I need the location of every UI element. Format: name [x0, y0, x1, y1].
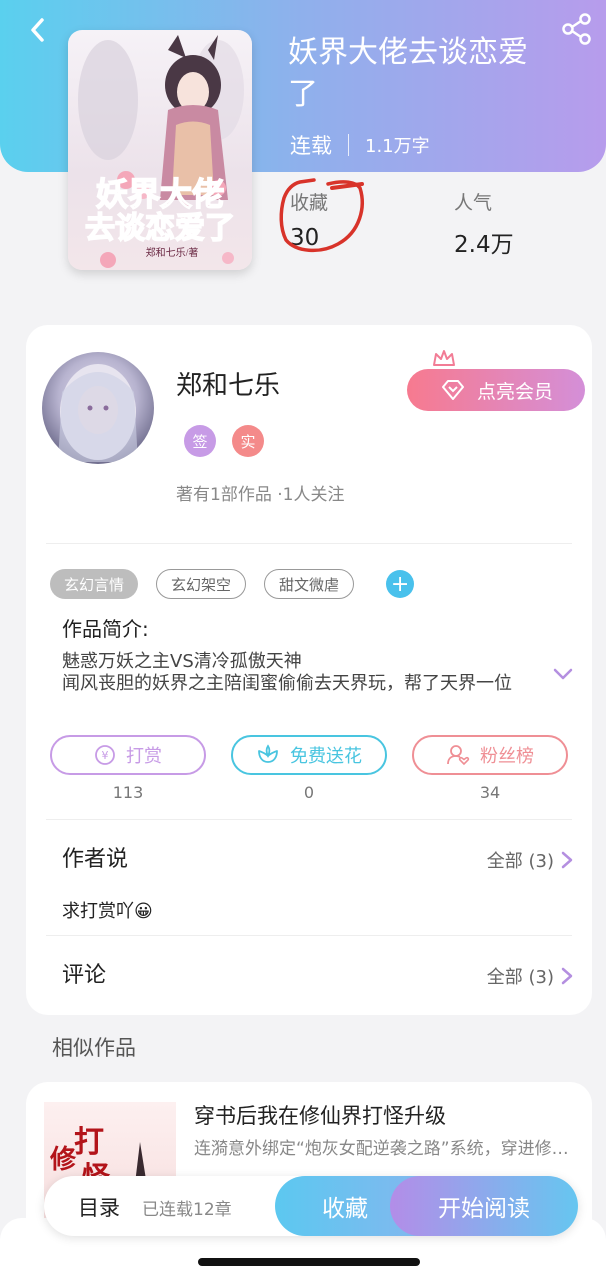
svg-text:修: 修 [49, 1144, 77, 1174]
popularity-stat: 人气 2.4万 [454, 188, 514, 259]
chevron-left-icon [31, 18, 44, 42]
comments-all-link[interactable]: 全部 (3) [487, 963, 574, 989]
signed-badge: 签 [184, 425, 216, 457]
author-card: 郑和七乐 签 实 著有1部作品 ·1人关注 点亮会员 玄幻言情 玄幻架空 甜文微… [26, 325, 592, 1015]
vip-button[interactable]: 点亮会员 [407, 369, 585, 411]
fan-user-icon [447, 745, 470, 766]
collect-label: 收藏 [290, 192, 329, 214]
intro-line2: 闻风丧胆的妖界之主陪闺蜜偷偷去天界玩，帮了天界一位 [62, 673, 512, 694]
home-indicator [198, 1258, 420, 1266]
avatar-illustration [58, 364, 138, 462]
comments-title: 评论 [62, 963, 107, 988]
author-avatar[interactable] [42, 352, 154, 464]
start-reading-button[interactable]: 开始阅读 [390, 1176, 578, 1236]
back-button[interactable] [22, 12, 58, 48]
chevron-right-icon [561, 851, 573, 869]
collect-button-label: 收藏 [322, 1196, 368, 1222]
book-meta: 连载 1.1万字 [290, 130, 430, 160]
cover-author: 郑和七乐/著 [146, 246, 199, 259]
chevron-right-icon [561, 967, 573, 985]
svg-text:¥: ¥ [102, 749, 109, 762]
cover-title-1: 妖界大佬 [96, 176, 224, 212]
cover-title-2: 去谈恋爱了 [85, 211, 235, 245]
action-bar: 目录 已连载12章 收藏 开始阅读 [44, 1176, 578, 1236]
chevron-down-icon[interactable] [552, 667, 574, 681]
reward-button[interactable]: ¥ 打赏 [50, 735, 206, 775]
flower-count: 0 [303, 783, 315, 802]
tag-item[interactable]: 玄幻言情 [50, 569, 139, 599]
divider [46, 543, 572, 544]
collect-stat: 收藏 30 [290, 188, 328, 251]
plus-icon: + [390, 571, 410, 597]
divider [46, 819, 572, 820]
book-title: 妖界大佬去谈恋爱 了 [288, 32, 578, 116]
similar-book-desc: 连漪意外绑定“炮灰女配逆袭之路”系统，穿进修仙小说里 [194, 1139, 578, 1159]
author-badges: 签 实 [184, 425, 264, 457]
collect-value: 30 [290, 225, 320, 251]
reward-label: 打赏 [126, 746, 162, 767]
add-tag-button[interactable]: + [386, 570, 415, 598]
cover-illustration: 妖界大佬 去谈恋爱了 郑和七乐/著 [68, 30, 252, 270]
author-says-all-label: 全部 (3) [486, 851, 554, 872]
flower-icon [258, 744, 278, 763]
popularity-label: 人气 [454, 192, 493, 214]
fan-ranking-button[interactable]: 粉丝榜 [412, 735, 568, 775]
book-cover[interactable]: 妖界大佬 去谈恋爱了 郑和七乐/著 [68, 30, 252, 270]
yen-coin-icon: ¥ [95, 745, 115, 765]
serial-status: 连载 [290, 134, 332, 158]
diamond-icon [441, 380, 464, 400]
send-flower-button[interactable]: 免费送花 [231, 735, 387, 775]
popularity-value: 2.4万 [454, 232, 514, 258]
start-reading-label: 开始阅读 [438, 1196, 530, 1222]
meta-divider [348, 134, 349, 156]
divider [46, 935, 572, 936]
vip-button-label: 点亮会员 [476, 380, 553, 403]
send-flower-label: 免费送花 [290, 746, 362, 767]
reward-count: 113 [112, 783, 144, 802]
author-says-title: 作者说 [62, 847, 129, 872]
similar-works-label: 相似作品 [52, 1036, 136, 1060]
tag-list: 玄幻言情 玄幻架空 甜文微虐 + [50, 569, 415, 599]
similar-book-title: 穿书后我在修仙界打怪升级 [194, 1104, 446, 1128]
verified-badge: 实 [232, 425, 264, 457]
chapter-status[interactable]: 已连载12章 [142, 1195, 232, 1220]
fan-count: 34 [479, 783, 501, 802]
book-title-line1: 妖界大佬去谈恋爱 [288, 35, 528, 70]
intro-text[interactable]: 魅惑万妖之主VS清冷孤傲天神 闻风丧胆的妖界之主陪闺蜜偷偷去天界玩，帮了天界一位 [62, 651, 532, 695]
crown-icon [433, 350, 455, 366]
tag-item[interactable]: 甜文微虐 [264, 569, 355, 599]
book-title-line2: 了 [288, 77, 318, 112]
author-name[interactable]: 郑和七乐 [176, 365, 280, 402]
word-count: 1.1万字 [365, 136, 430, 157]
author-says-all-link[interactable]: 全部 (3) [487, 847, 574, 873]
fan-ranking-label: 粉丝榜 [480, 746, 534, 767]
tag-item[interactable]: 玄幻架空 [156, 569, 247, 599]
svg-text:打: 打 [74, 1126, 104, 1159]
author-says-content: 求打赏吖😀 [62, 901, 153, 922]
comments-all-label: 全部 (3) [486, 967, 554, 988]
intro-line1: 魅惑万妖之主VS清冷孤傲天神 [62, 651, 302, 672]
intro-label: 作品简介: [62, 617, 149, 641]
toc-button[interactable]: 目录 [78, 1192, 120, 1222]
author-info: 著有1部作品 ·1人关注 [176, 485, 345, 505]
